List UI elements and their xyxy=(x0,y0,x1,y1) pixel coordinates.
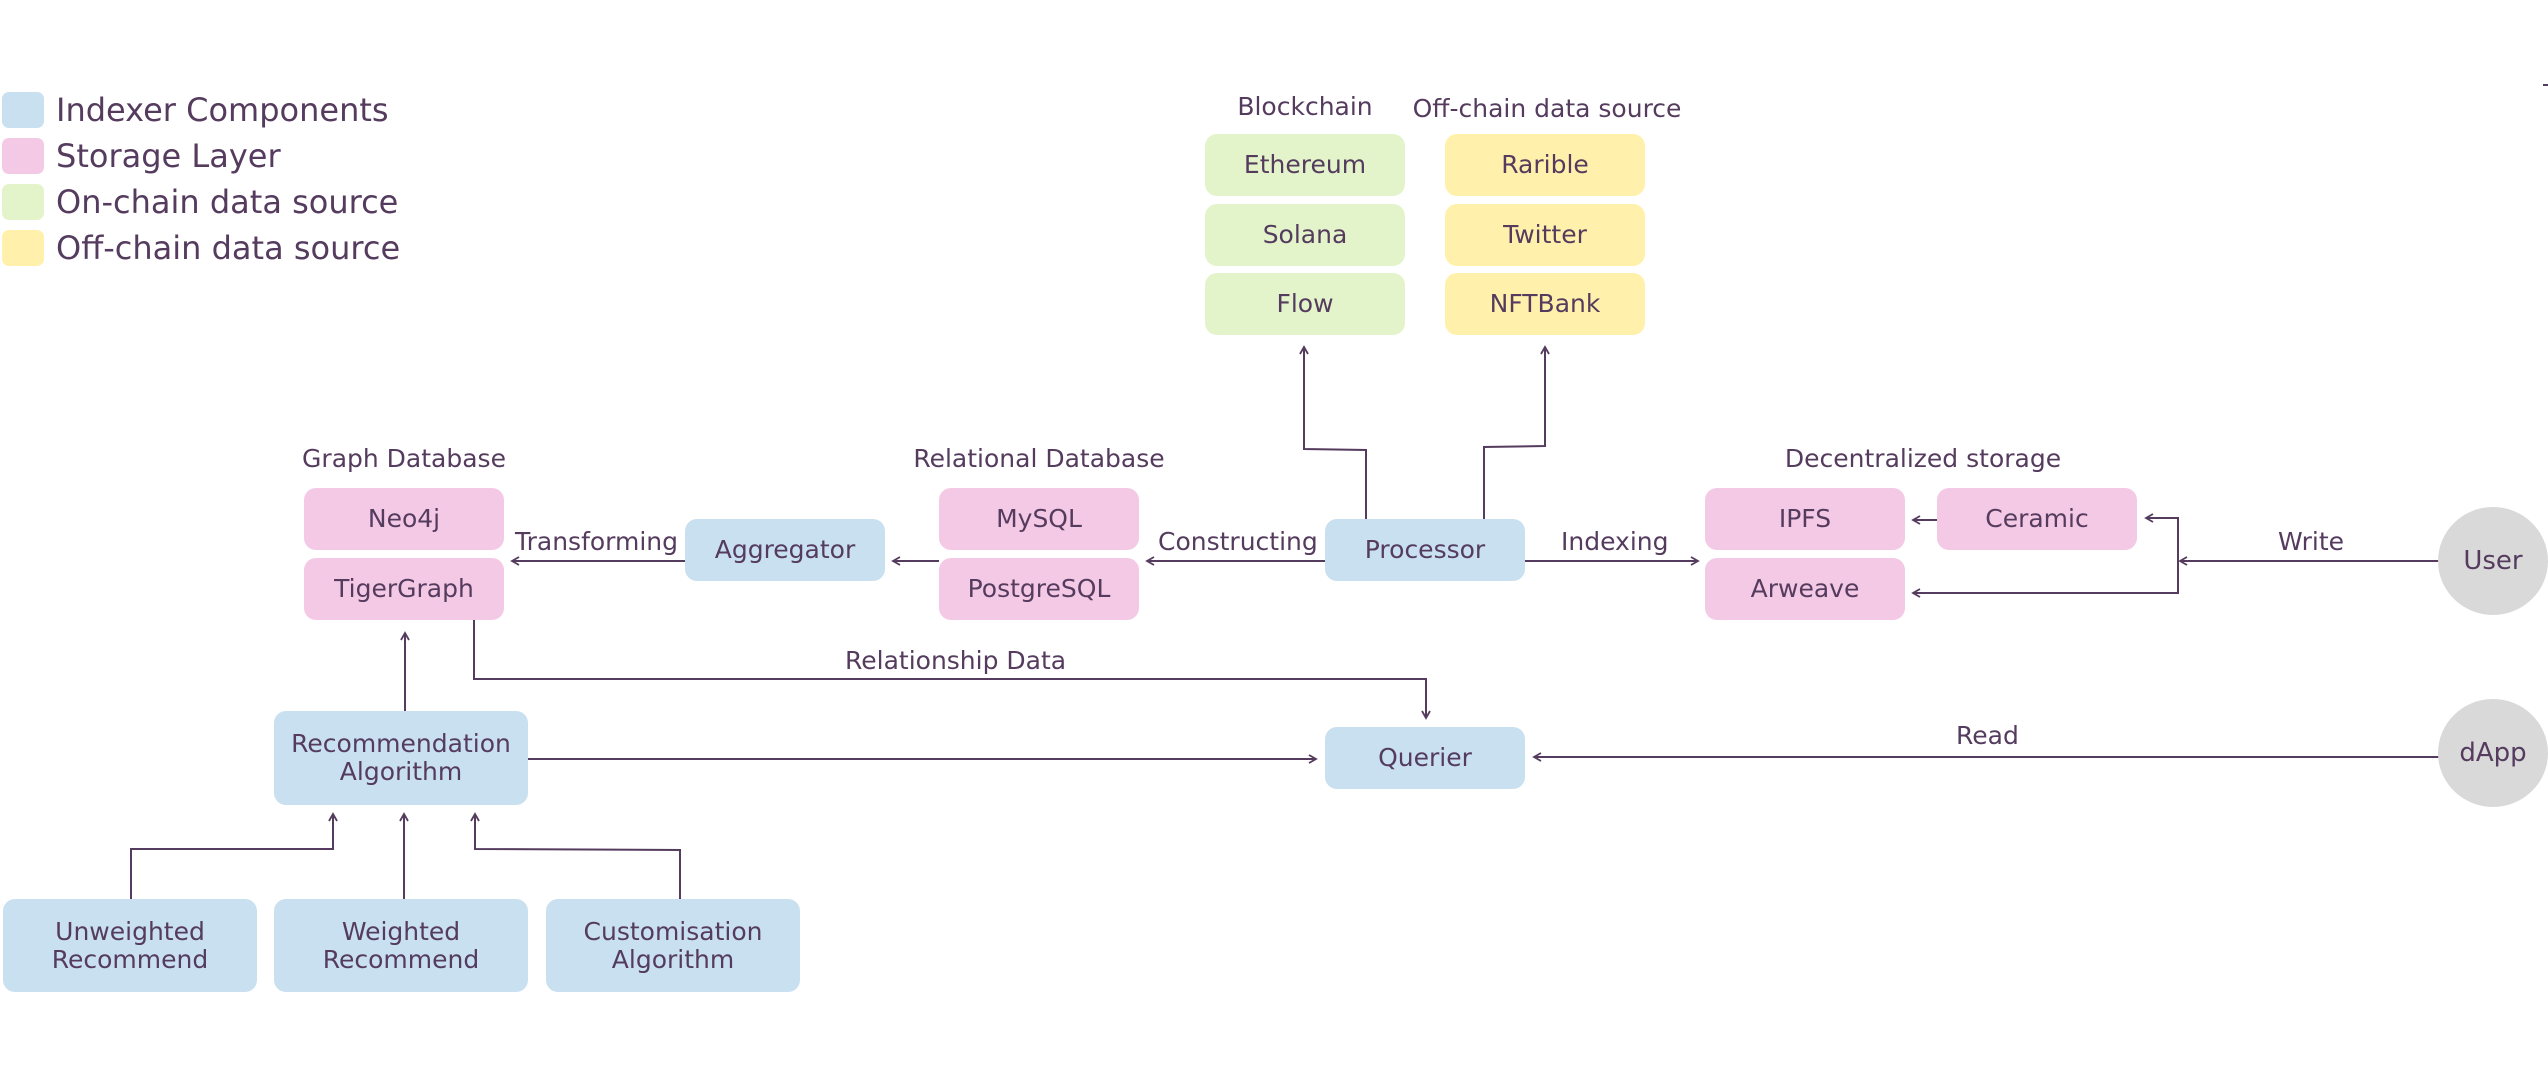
arrow-write-to-ceramic xyxy=(2144,513,2179,593)
node-label: Solana xyxy=(1262,220,1348,249)
node-label: Neo4j xyxy=(367,504,441,533)
node-label: Querier xyxy=(1378,743,1472,772)
arrow-processor-to-offchain xyxy=(1483,345,1550,519)
edge-label-constructing: Constructing xyxy=(1158,527,1318,556)
group-label-relational-database: Relational Database xyxy=(913,444,1165,473)
legend-label: Storage Layer xyxy=(56,137,281,175)
node-nftbank[interactable]: NFTBank xyxy=(1445,273,1645,335)
node-label-line1: Weighted xyxy=(341,916,461,946)
legend-label: Off-chain data source xyxy=(56,229,401,267)
node-label-line2: Algorithm xyxy=(611,944,735,974)
node-tigergraph[interactable]: TigerGraph xyxy=(304,558,504,620)
legend-swatch-indexer xyxy=(2,92,44,128)
node-processor[interactable]: Processor xyxy=(1325,519,1525,581)
node-flow[interactable]: Flow xyxy=(1205,273,1405,335)
actor-label: dApp xyxy=(2459,738,2527,768)
node-label-line1: Unweighted xyxy=(55,916,205,946)
node-label: IPFS xyxy=(1778,504,1832,533)
node-label: Flow xyxy=(1276,289,1334,318)
legend-swatch-onchain xyxy=(2,184,44,220)
legend-item-offchain: Off-chain data source xyxy=(2,229,401,267)
node-arweave[interactable]: Arweave xyxy=(1705,558,1905,620)
legend-item-indexer: Indexer Components xyxy=(2,91,389,129)
group-label-graph-database: Graph Database xyxy=(302,444,506,473)
node-label: Processor xyxy=(1364,535,1486,564)
node-customisation-algorithm[interactable]: Customisation Algorithm xyxy=(546,899,800,992)
edge-label-relationship-data: Relationship Data xyxy=(845,646,1067,675)
node-label: Ceramic xyxy=(1985,504,2089,533)
node-querier[interactable]: Querier xyxy=(1325,727,1525,789)
group-label-offchain: Off-chain data source xyxy=(1412,94,1682,123)
arrow-unweighted xyxy=(130,812,338,899)
edge-tick-mark xyxy=(2543,84,2548,86)
node-ceramic[interactable]: Ceramic xyxy=(1937,488,2137,550)
node-neo4j[interactable]: Neo4j xyxy=(304,488,504,550)
actor-dapp[interactable]: dApp xyxy=(2438,699,2548,807)
node-label-line2: Recommend xyxy=(51,944,209,974)
node-postgresql[interactable]: PostgreSQL xyxy=(939,558,1139,620)
actor-user[interactable]: User xyxy=(2438,507,2548,615)
node-mysql[interactable]: MySQL xyxy=(939,488,1139,550)
node-ethereum[interactable]: Ethereum xyxy=(1205,134,1405,196)
legend-item-storage: Storage Layer xyxy=(2,137,281,175)
node-label: Aggregator xyxy=(714,535,856,564)
node-unweighted-recommend[interactable]: Unweighted Recommend xyxy=(3,899,257,992)
node-label-line2: Algorithm xyxy=(339,757,463,786)
edge-label-transforming: Transforming xyxy=(515,527,679,556)
node-weighted-recommend[interactable]: Weighted Recommend xyxy=(274,899,528,992)
edge-label-write: Write xyxy=(2278,527,2345,556)
legend-item-onchain: On-chain data source xyxy=(2,183,399,221)
legend-swatch-storage xyxy=(2,138,44,174)
node-label: NFTBank xyxy=(1489,289,1601,318)
actor-label: User xyxy=(2463,546,2523,576)
group-label-blockchain: Blockchain xyxy=(1237,92,1373,121)
node-aggregator[interactable]: Aggregator xyxy=(685,519,885,581)
node-label-line1: Customisation xyxy=(583,916,763,946)
node-ipfs[interactable]: IPFS xyxy=(1705,488,1905,550)
legend-label: Indexer Components xyxy=(56,91,389,129)
node-label: Ethereum xyxy=(1243,150,1367,179)
node-label: Arweave xyxy=(1750,574,1860,603)
node-label: MySQL xyxy=(996,504,1082,533)
arrow-processor-to-blockchain xyxy=(1299,345,1367,519)
node-label: TigerGraph xyxy=(334,574,474,603)
group-label-decentralized-storage: Decentralized storage xyxy=(1784,444,2062,473)
node-label: PostgreSQL xyxy=(967,574,1111,603)
node-label: Rarible xyxy=(1501,150,1589,179)
node-label-line2: Recommend xyxy=(322,944,480,974)
node-rarible[interactable]: Rarible xyxy=(1445,134,1645,196)
legend-swatch-offchain xyxy=(2,230,44,266)
node-twitter[interactable]: Twitter xyxy=(1445,204,1645,266)
node-label-line1: Recommendation xyxy=(291,729,511,758)
node-recommendation-algorithm[interactable]: Recommendation Algorithm xyxy=(274,711,528,805)
arrow-write-to-arweave xyxy=(1911,561,2179,598)
edge-label-read: Read xyxy=(1956,721,2019,750)
arrow-customisation xyxy=(470,812,681,899)
node-label: Twitter xyxy=(1503,220,1587,249)
legend-label: On-chain data source xyxy=(56,183,399,221)
node-solana[interactable]: Solana xyxy=(1205,204,1405,266)
edge-label-indexing: Indexing xyxy=(1561,527,1669,556)
